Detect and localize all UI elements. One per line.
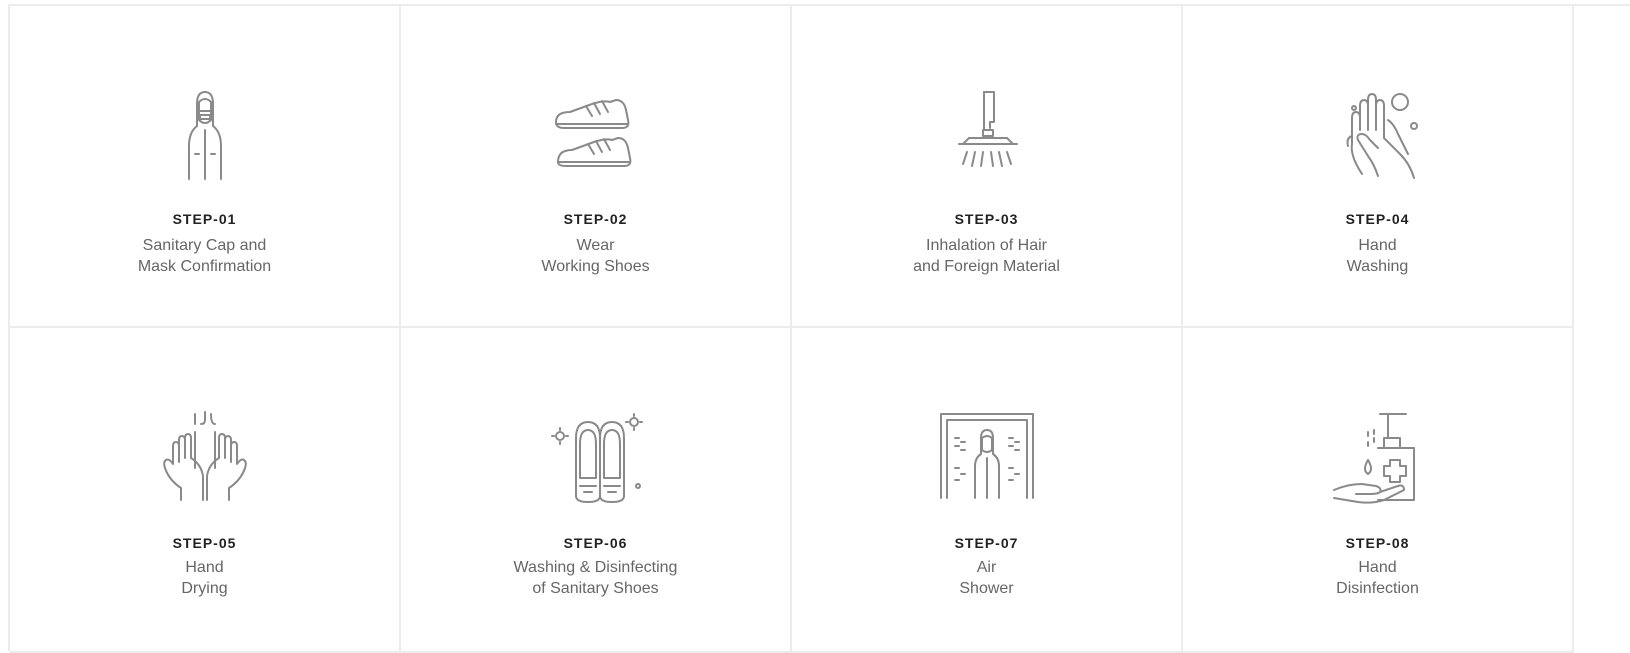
step-description-line2: Working Shoes xyxy=(541,258,650,275)
step-description-line2: of Sanitary Shoes xyxy=(532,580,659,597)
step-description-line2: Mask Confirmation xyxy=(137,258,272,275)
step-card-01: STEP-01 Sanitary Cap and Mask Confirmati… xyxy=(10,6,401,328)
step-number: STEP-03 xyxy=(954,211,1019,227)
step-description-line1: Washing & Disinfecting xyxy=(513,559,678,576)
step-number: STEP-06 xyxy=(563,535,628,551)
hand-drying-icon xyxy=(155,408,255,508)
step-description-line1: Hand xyxy=(1358,237,1397,254)
step-number: STEP-07 xyxy=(954,535,1019,551)
step-card-06: STEP-06 Washing & Disinfecting of Sanita… xyxy=(401,328,792,653)
step-description-line1: Air xyxy=(976,559,997,576)
protective-suit-icon xyxy=(155,84,255,184)
step-card-03: STEP-03 Inhalation of Hair and Foreign M… xyxy=(792,6,1183,328)
step-description: Hand Disinfection xyxy=(1183,557,1572,599)
step-description-line1: Hand xyxy=(1358,559,1397,576)
step-description-line2: and Foreign Material xyxy=(913,258,1060,275)
step-number: STEP-02 xyxy=(563,211,628,227)
step-description: Sanitary Cap and Mask Confirmation xyxy=(10,235,399,277)
working-shoes-icon xyxy=(546,84,646,184)
step-description-line1: Sanitary Cap and xyxy=(142,237,267,254)
step-description: Air Shower xyxy=(792,557,1181,599)
step-description-line1: Wear xyxy=(576,237,615,254)
step-description-line1: Hand xyxy=(185,559,224,576)
step-description-line1: Inhalation of Hair xyxy=(926,237,1047,254)
step-card-07: STEP-07 Air Shower xyxy=(792,328,1183,653)
step-number: STEP-01 xyxy=(172,211,237,227)
step-description: Hand Washing xyxy=(1183,235,1572,277)
step-description-line2: Washing xyxy=(1346,258,1409,275)
step-description: Inhalation of Hair and Foreign Material xyxy=(792,235,1181,277)
hand-washing-icon xyxy=(1328,84,1428,184)
step-description: Wear Working Shoes xyxy=(401,235,790,277)
step-description-line2: Disinfection xyxy=(1336,580,1419,597)
step-card-05: STEP-05 Hand Drying xyxy=(10,328,401,653)
air-shower-icon xyxy=(937,408,1037,508)
step-card-02: STEP-02 Wear Working Shoes xyxy=(401,6,792,328)
step-description-line2: Shower xyxy=(959,580,1014,597)
step-number: STEP-04 xyxy=(1345,211,1410,227)
step-number: STEP-05 xyxy=(172,535,237,551)
step-description-line2: Drying xyxy=(181,580,228,597)
shoe-disinfection-icon xyxy=(546,408,646,508)
hygiene-steps-grid: STEP-01 Sanitary Cap and Mask Confirmati… xyxy=(8,4,1630,653)
step-card-04: STEP-04 Hand Washing xyxy=(1183,6,1574,328)
step-description: Hand Drying xyxy=(10,557,399,599)
step-card-08: STEP-08 Hand Disinfection xyxy=(1183,328,1574,653)
step-number: STEP-08 xyxy=(1345,535,1410,551)
hand-sanitizer-icon xyxy=(1328,408,1428,508)
vacuum-cleaner-icon xyxy=(937,84,1037,184)
step-description: Washing & Disinfecting of Sanitary Shoes xyxy=(401,557,790,599)
